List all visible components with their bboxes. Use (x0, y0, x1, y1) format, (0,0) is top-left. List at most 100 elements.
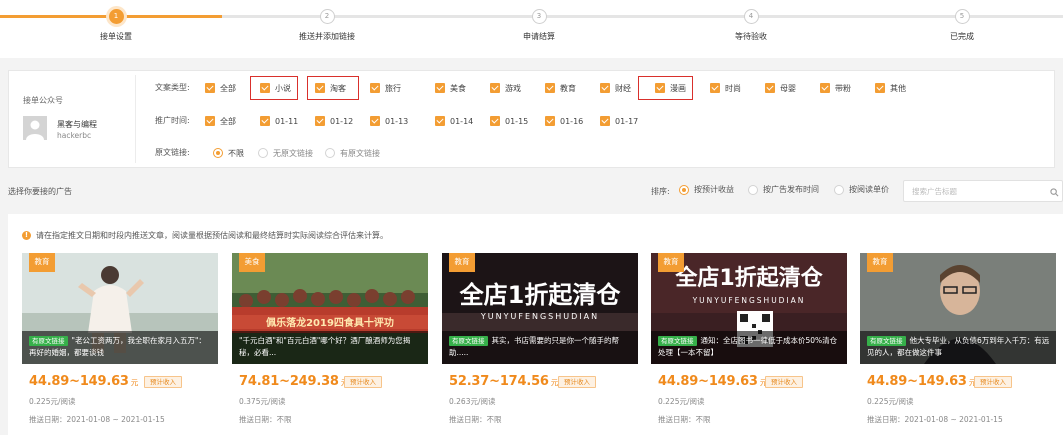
estimated-income-badge: 预计收入 (974, 376, 1012, 388)
step-4: 4 等待验收 (681, 0, 821, 42)
category-option[interactable]: 时尚 (710, 80, 741, 96)
push-date: 推送日期：不限 (658, 415, 711, 424)
link-option[interactable]: 不限 (213, 145, 244, 161)
checkbox-checked-icon (820, 83, 830, 93)
step-number: 5 (954, 9, 970, 24)
banner-subtitle: YUNYUFENGSHUDIAN (480, 312, 599, 321)
category-option[interactable]: 旅行 (370, 80, 401, 96)
link-option[interactable]: 无原文链接 (258, 145, 313, 161)
read-rate: 0.225元/阅读 (29, 397, 76, 406)
checkbox-checked-icon (490, 83, 500, 93)
banner-subtitle: YUNYUFENGSHUDIAN (692, 296, 806, 305)
sort-option[interactable]: 按广告发布时间 (748, 184, 819, 195)
category-option[interactable]: 其他 (875, 80, 906, 96)
highlight-box-novel (250, 76, 298, 100)
price-range: 52.37~174.56 元 (449, 374, 559, 389)
time-option[interactable]: 01-12 (315, 113, 353, 129)
estimated-income-badge: 预计收入 (558, 376, 596, 388)
price-range: 44.89~149.63 元 (867, 374, 977, 389)
step-number: 1 (108, 9, 124, 24)
ad-card[interactable]: 教育 有原文链接 "老公工资两万，我全职在家月入五万"：再好的婚姻，都要谈钱 44… (22, 253, 218, 435)
ads-section-title: 选择你要接的广告 (8, 187, 72, 196)
push-date: 推送日期：不限 (239, 415, 292, 424)
checkbox-checked-icon (545, 83, 555, 93)
ad-card[interactable]: 全店1折起清仓 YUNYUFENGSHUDIAN 教育 有原文链接 其实，书店需要… (442, 253, 638, 435)
ad-card[interactable]: 佩乐落龙2019四食具十评功 美食 "千元白酒"和"百元白酒"哪个好？酒厂酿酒师… (232, 253, 428, 435)
category-option[interactable]: 游戏 (490, 80, 521, 96)
step-label: 已完成 (950, 32, 974, 41)
ad-card[interactable]: 全店1折起清仓 YUNYUFENGSHUDIAN 教育 有原文链接 通知：全店图书… (651, 253, 847, 435)
divider (135, 75, 136, 163)
original-link-badge: 有原文链接 (449, 336, 488, 346)
step-2: 2 推送并添加链接 (257, 0, 397, 42)
category-option[interactable]: 财经 (600, 80, 631, 96)
estimated-income-badge: 预计收入 (344, 376, 382, 388)
checkbox-checked-icon (435, 83, 445, 93)
category-label: 文案类型: (155, 83, 190, 92)
category-option[interactable]: 教育 (545, 80, 576, 96)
checkbox-checked-icon (205, 83, 215, 93)
link-option[interactable]: 有原文链接 (325, 145, 380, 161)
time-option[interactable]: 01-14 (435, 113, 473, 129)
read-rate: 0.225元/阅读 (867, 397, 914, 406)
radio-icon (325, 148, 335, 158)
price-range: 44.89~149.63 元 (29, 374, 139, 389)
time-option[interactable]: 01-15 (490, 113, 528, 129)
category-option[interactable]: 美食 (435, 80, 466, 96)
checkbox-checked-icon (315, 116, 325, 126)
read-rate: 0.225元/阅读 (658, 397, 705, 406)
step-number: 2 (319, 9, 335, 24)
ad-image: 教育 有原文链接 他大专毕业，从负债6万到年入千万：有远见的人，都在做这件事 (860, 253, 1056, 364)
notice-text: 请在指定推文日期和时段内推送文章，阅读量根据预估阅读和最终结算时实际阅读综合评估… (36, 231, 388, 240)
ad-title: "千元白酒"和"百元白酒"哪个好？酒厂酿酒师为您揭秘，必看... (239, 336, 411, 357)
category-tag: 教育 (658, 253, 684, 272)
step-label: 申请结算 (523, 32, 555, 41)
checkbox-checked-icon (370, 83, 380, 93)
time-option[interactable]: 01-11 (260, 113, 298, 129)
link-label: 原文链接: (155, 148, 190, 157)
ad-image: 佩乐落龙2019四食具十评功 美食 "千元白酒"和"百元白酒"哪个好？酒厂酿酒师… (232, 253, 428, 364)
highlight-box-comic (638, 76, 693, 100)
checkbox-checked-icon (545, 116, 555, 126)
time-option[interactable]: 01-17 (600, 113, 638, 129)
sort-label: 排序: (651, 187, 670, 196)
category-option[interactable]: 带粉 (820, 80, 851, 96)
avatar[interactable] (23, 116, 47, 140)
step-label: 等待验收 (735, 32, 767, 41)
info-icon: ! (22, 231, 31, 240)
checkbox-checked-icon (710, 83, 720, 93)
ad-card[interactable]: 教育 有原文链接 他大专毕业，从负债6万到年入千万：有远见的人，都在做这件事 44… (860, 253, 1056, 435)
ad-image: 教育 有原文链接 "老公工资两万，我全职在家月入五万"：再好的婚姻，都要谈钱 (22, 253, 218, 364)
estimated-income-badge: 预计收入 (765, 376, 803, 388)
highlight-box-taoke (307, 76, 359, 100)
category-option[interactable]: 母婴 (765, 80, 796, 96)
sort-option[interactable]: 按阅读单价 (834, 184, 889, 195)
category-option[interactable]: 全部 (205, 80, 236, 96)
search-input[interactable] (903, 180, 1063, 202)
checkbox-checked-icon (370, 116, 380, 126)
ads-panel: ! 请在指定推文日期和时段内推送文章，阅读量根据预估阅读和最终结算时实际阅读综合… (8, 214, 1063, 435)
account-title: 接单公众号 (23, 96, 63, 105)
read-rate: 0.263元/阅读 (449, 397, 496, 406)
checkbox-checked-icon (875, 83, 885, 93)
sort-option[interactable]: 按预计收益 (679, 184, 734, 195)
time-option[interactable]: 全部 (205, 113, 236, 129)
step-number: 4 (743, 9, 759, 24)
price-range: 74.81~249.38元 (239, 374, 348, 389)
read-rate: 0.375元/阅读 (239, 397, 286, 406)
search-icon[interactable] (1050, 188, 1059, 197)
time-option[interactable]: 01-16 (545, 113, 583, 129)
checkbox-checked-icon (260, 116, 270, 126)
banner-text: 佩乐落龙2019四食具十评功 (266, 316, 394, 329)
time-label: 推广时间: (155, 116, 190, 125)
step-5: 5 已完成 (892, 0, 1032, 42)
original-link-badge: 有原文链接 (29, 336, 68, 346)
category-tag: 教育 (449, 253, 475, 272)
ad-image: 全店1折起清仓 YUNYUFENGSHUDIAN 教育 有原文链接 其实，书店需要… (442, 253, 638, 364)
ad-caption: "千元白酒"和"百元白酒"哪个好？酒厂酿酒师为您揭秘，必看... (232, 331, 428, 364)
original-link-badge: 有原文链接 (658, 336, 697, 346)
ad-caption: 有原文链接 "老公工资两万，我全职在家月入五万"：再好的婚姻，都要谈钱 (22, 331, 218, 364)
time-option[interactable]: 01-13 (370, 113, 408, 129)
banner-title: 全店1折起清仓 (674, 265, 823, 291)
ad-caption: 有原文链接 他大专毕业，从负债6万到年入千万：有远见的人，都在做这件事 (860, 331, 1056, 364)
